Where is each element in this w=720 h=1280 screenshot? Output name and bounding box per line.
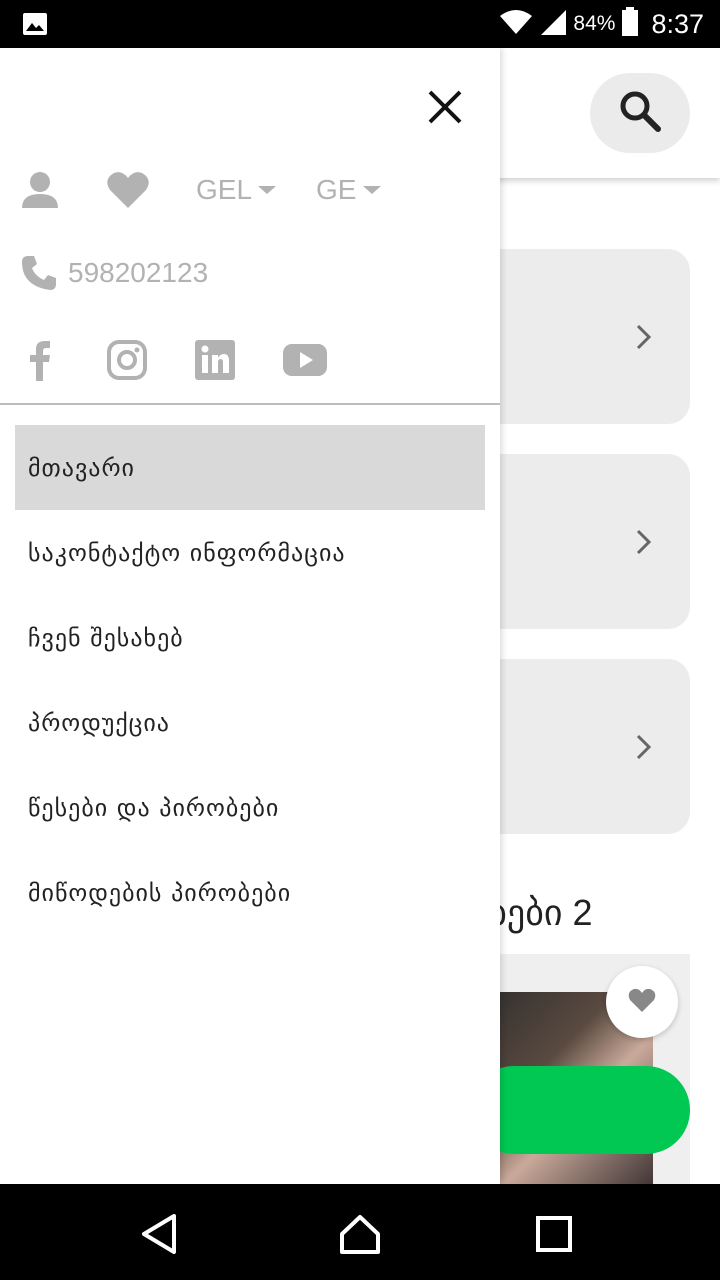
user-icon[interactable] [20,170,60,210]
linkedin-icon[interactable] [194,339,236,381]
menu-item-label: მთავარი [28,453,135,482]
language-value: GE [316,174,357,205]
system-nav-bar [0,1184,720,1280]
youtube-icon[interactable] [282,343,328,377]
facebook-icon[interactable] [20,339,60,381]
currency-dropdown[interactable]: GEL [196,174,277,206]
menu-item-label: წესები და პირობები [28,793,280,822]
menu-item-terms[interactable]: წესები და პირობები [15,765,485,850]
menu-item-about-us[interactable]: ჩვენ შესახებ [15,595,485,680]
heart-icon[interactable] [106,170,150,210]
menu-item-label: პროდუქცია [28,708,170,737]
phone-icon [20,254,58,292]
menu-item-contact-info[interactable]: საკონტაქტო ინფორმაცია [15,510,485,595]
gallery-icon [22,12,48,36]
caret-down-icon [258,186,277,194]
menu-item-home[interactable]: მთავარი [15,425,485,510]
back-icon[interactable] [138,1212,182,1256]
menu-item-label: საკონტაქტო ინფორმაცია [28,538,346,567]
menu-item-label: ჩვენ შესახებ [28,623,184,652]
language-dropdown[interactable]: GE [316,174,381,206]
menu-item-products[interactable]: პროდუქცია [15,680,485,765]
home-icon[interactable] [338,1212,382,1256]
social-links [20,338,328,382]
menu-item-label: მიწოდების პირობები [28,878,292,907]
battery-percentage: 84% [573,12,616,35]
drawer-menu: მთავარი საკონტაქტო ინფორმაცია ჩვენ შესახ… [15,425,485,935]
signal-icon [539,8,567,40]
instagram-icon[interactable] [106,339,148,381]
navigation-drawer: GEL GE 598202123 მთავარი საკონტაქტო ინფო… [0,48,500,1184]
status-bar: 84% 8:37 [0,0,720,48]
drawer-toolbar: GEL GE [20,168,381,212]
close-icon[interactable] [424,86,466,128]
currency-value: GEL [196,174,253,205]
clock: 8:37 [651,8,704,39]
menu-item-delivery-terms[interactable]: მიწოდების პირობები [15,850,485,935]
drawer-scrim[interactable] [500,48,720,1184]
caret-down-icon [362,186,381,194]
drawer-divider [0,403,500,405]
phone-number: 598202123 [68,257,209,288]
phone-contact[interactable]: 598202123 [20,254,208,292]
battery-icon [621,7,639,41]
recents-icon[interactable] [532,1212,576,1256]
wifi-icon [499,8,533,40]
